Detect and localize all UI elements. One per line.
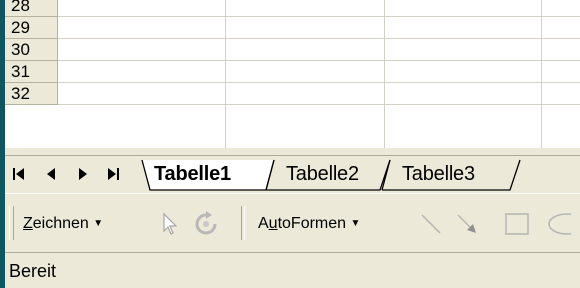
- toolbar-grip[interactable]: [9, 206, 14, 240]
- drawing-toolbar: Zeichnen ▼ AutoFormen ▼: [5, 193, 580, 252]
- select-objects-icon[interactable]: [157, 211, 183, 237]
- previous-sheet-icon: [47, 168, 55, 180]
- worksheet-grid[interactable]: 28 29 30 31 32: [5, 0, 580, 148]
- toolbar-separator: [241, 206, 245, 240]
- draw-menu-accel: Z: [23, 215, 33, 233]
- next-sheet-icon: [79, 168, 87, 180]
- row-header[interactable]: 29: [5, 17, 58, 39]
- tab-tabelle1[interactable]: Tabelle1: [154, 161, 231, 187]
- status-bar: Bereit: [5, 252, 580, 288]
- next-sheet-button[interactable]: [75, 164, 91, 184]
- sheet-tab-bar: Tabelle1 Tabelle2 Tabelle3: [5, 155, 580, 194]
- table-row[interactable]: 30: [5, 39, 580, 61]
- oval-icon[interactable]: [545, 211, 571, 237]
- arrow-icon[interactable]: [454, 211, 480, 237]
- free-rotate-icon[interactable]: [193, 211, 219, 237]
- sheet-tabs: Tabelle1 Tabelle2 Tabelle3: [140, 156, 580, 194]
- dropdown-arrow-icon: ▼: [93, 218, 104, 229]
- draw-menu-button[interactable]: Zeichnen ▼: [23, 213, 103, 235]
- autoshapes-menu-accel: u: [268, 215, 278, 233]
- line-icon[interactable]: [418, 211, 444, 237]
- autoshapes-menu-button[interactable]: AutoFormen ▼: [258, 213, 360, 235]
- table-row[interactable]: 32: [5, 83, 580, 105]
- status-text: Bereit: [9, 261, 57, 281]
- first-sheet-button[interactable]: [11, 164, 27, 184]
- table-row[interactable]: 29: [5, 17, 580, 39]
- excel-window: 28 29 30 31 32 Tabelle1 Tabelle2 Tabelle…: [5, 0, 580, 288]
- dropdown-arrow-icon: ▼: [350, 218, 361, 229]
- row-header[interactable]: 32: [5, 83, 58, 105]
- first-sheet-icon: [13, 168, 24, 180]
- last-sheet-icon: [108, 168, 119, 180]
- row-header[interactable]: 28: [5, 0, 58, 17]
- tab-tabelle3[interactable]: Tabelle3: [402, 161, 475, 187]
- autoshapes-label-prefix: A: [258, 215, 269, 233]
- last-sheet-button[interactable]: [105, 164, 121, 184]
- row-header[interactable]: 31: [5, 61, 58, 83]
- tab-tabelle2[interactable]: Tabelle2: [286, 161, 359, 187]
- autoshapes-label: toFormen: [277, 215, 347, 233]
- row-header[interactable]: 30: [5, 39, 58, 61]
- table-row[interactable]: 31: [5, 61, 580, 83]
- rectangle-icon[interactable]: [503, 211, 529, 237]
- previous-sheet-button[interactable]: [43, 164, 59, 184]
- table-row[interactable]: 28: [5, 0, 580, 17]
- draw-menu-label: eichnen: [32, 215, 89, 233]
